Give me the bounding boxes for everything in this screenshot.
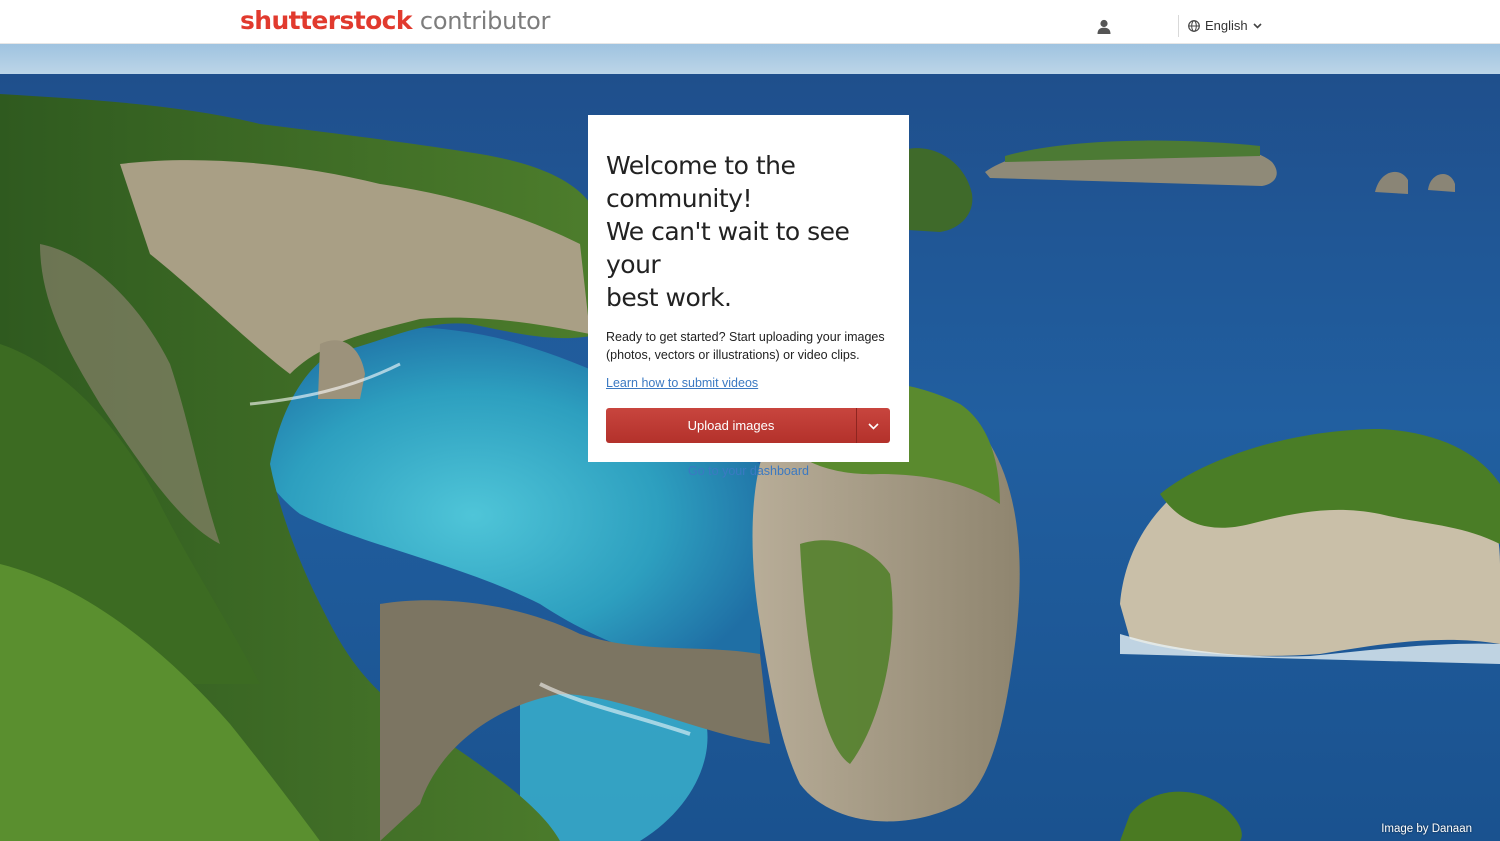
top-navigation-bar: shutterstock contributor English xyxy=(0,0,1500,44)
upload-options-toggle[interactable] xyxy=(856,408,890,443)
learn-submit-videos-link[interactable]: Learn how to submit videos xyxy=(606,376,891,390)
chevron-down-icon xyxy=(1253,22,1262,29)
logo-product-text: contributor xyxy=(419,7,551,35)
heading-line: Welcome to the xyxy=(606,151,796,180)
welcome-heading: Welcome to the community! We can't wait … xyxy=(606,149,891,314)
upload-split-button: Upload images xyxy=(606,408,890,443)
dashboard-link[interactable]: Go to your dashboard xyxy=(606,464,891,478)
logo-brand-text: shutterstock xyxy=(240,6,413,35)
image-credit: Image by Danaan xyxy=(1381,823,1472,835)
shutterstock-contributor-logo[interactable]: shutterstock contributor xyxy=(240,6,550,35)
upload-images-button[interactable]: Upload images xyxy=(606,408,856,443)
chevron-down-icon xyxy=(868,418,879,433)
language-label: English xyxy=(1205,18,1248,33)
language-selector[interactable]: English xyxy=(1188,18,1262,33)
heading-line: community! xyxy=(606,184,753,213)
user-icon[interactable] xyxy=(1095,18,1113,36)
heading-line: We can't wait to see your xyxy=(606,217,850,279)
globe-icon xyxy=(1188,19,1200,32)
heading-line: best work. xyxy=(606,283,732,312)
intro-text: Ready to get started? Start uploading yo… xyxy=(606,330,885,362)
welcome-card: Welcome to the community! We can't wait … xyxy=(588,115,909,478)
header-divider xyxy=(1178,15,1179,37)
